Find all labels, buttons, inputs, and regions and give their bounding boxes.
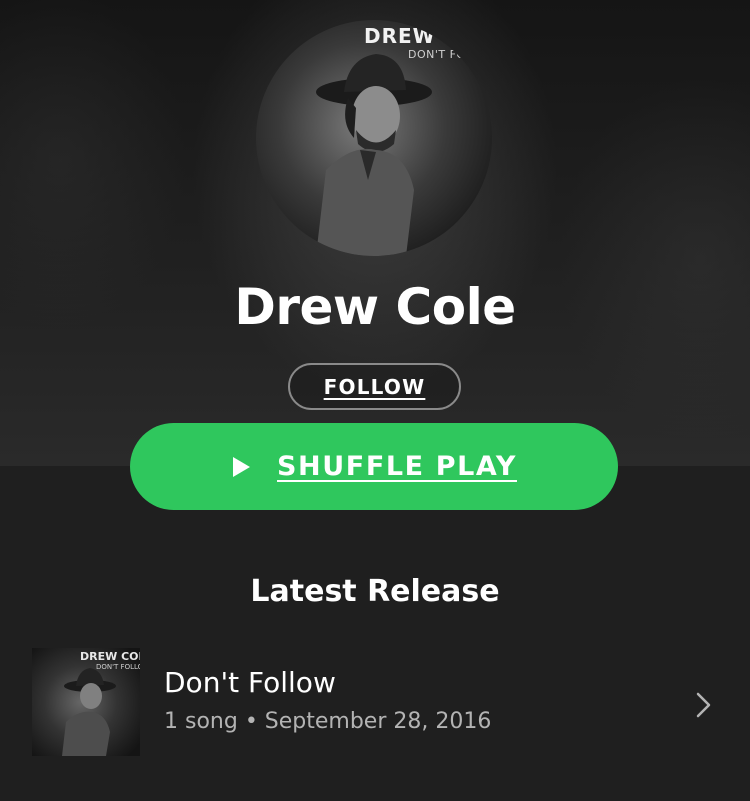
release-artwork-subtitle: DON'T FOLLOW — [96, 663, 140, 671]
release-artwork-brand: DREW COLE — [80, 650, 140, 663]
artist-avatar: DREW COLE DON'T FOLLOW — [256, 20, 492, 256]
shuffle-play-label: SHUFFLE PLAY — [277, 451, 517, 482]
artist-name: Drew Cole — [234, 278, 516, 336]
chevron-right-icon[interactable] — [694, 691, 714, 719]
latest-release-heading: Latest Release — [250, 574, 500, 609]
latest-release-item[interactable]: DREW COLE DON'T FOLLOW Don't Follow 1 so… — [0, 646, 750, 762]
avatar-subtitle-text: DON'T FOLLOW — [408, 48, 492, 61]
release-title: Don't Follow — [164, 666, 336, 699]
play-icon — [231, 456, 251, 478]
release-artwork: DREW COLE DON'T FOLLOW — [32, 648, 140, 756]
avatar-brand-text: DREW COLE — [364, 24, 492, 48]
release-meta: 1 song • September 28, 2016 — [164, 709, 492, 734]
artist-page: DREW COLE DON'T FOLLOW Drew Cole FOLLOW … — [0, 0, 750, 801]
follow-button[interactable]: FOLLOW — [288, 363, 461, 410]
shuffle-play-button[interactable]: SHUFFLE PLAY — [130, 423, 618, 510]
